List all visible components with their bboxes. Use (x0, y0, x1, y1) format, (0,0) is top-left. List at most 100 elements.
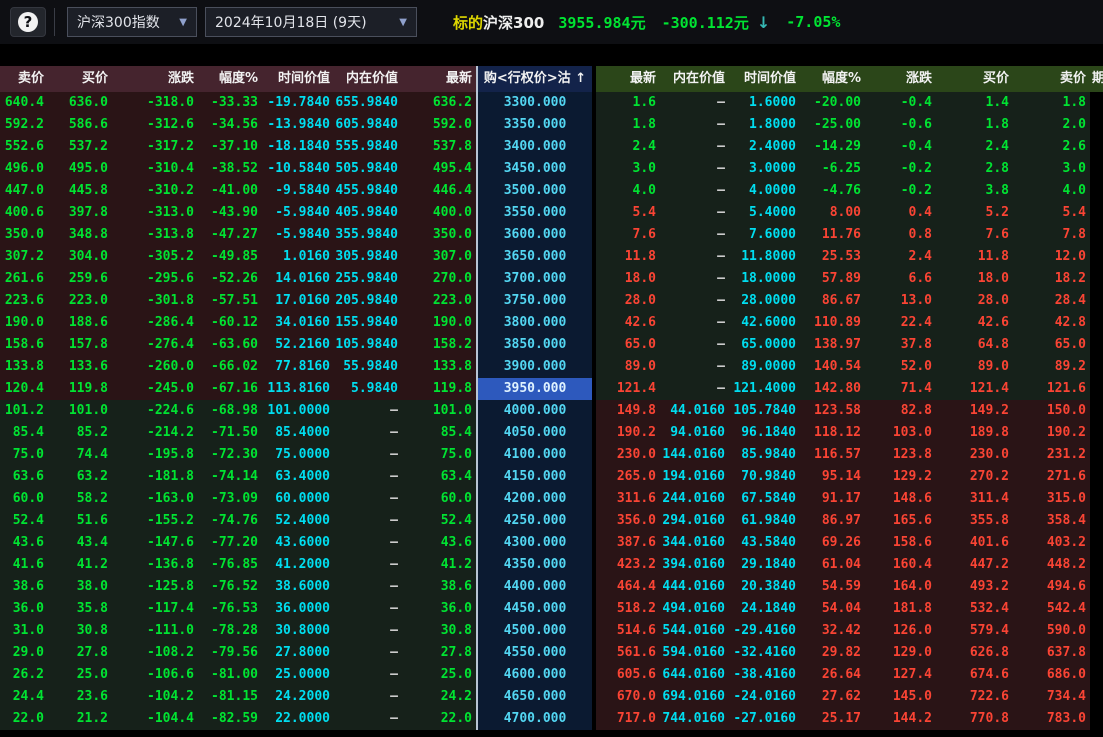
call-change-cell[interactable]: -155.2 (112, 510, 198, 532)
put-sell-cell[interactable]: 28.4 (1013, 290, 1090, 312)
put-buy-cell[interactable]: 355.8 (936, 510, 1013, 532)
header-put-change[interactable]: 涨跌 (865, 66, 936, 92)
put-intrinsic-value-cell[interactable]: 194.0160 (660, 466, 729, 488)
call-change-pct-cell[interactable]: -68.98 (198, 400, 262, 422)
put-last-cell[interactable]: 28.0 (596, 290, 660, 312)
call-change-pct-cell[interactable]: -63.60 (198, 334, 262, 356)
put-buy-cell[interactable]: 230.0 (936, 444, 1013, 466)
call-sell-cell[interactable]: 592.2 (0, 114, 48, 136)
call-last-cell[interactable]: 119.8 (402, 378, 476, 400)
call-change-pct-cell[interactable]: -34.56 (198, 114, 262, 136)
strike-cell[interactable]: 4550.000 (478, 642, 592, 664)
call-last-cell[interactable]: 52.4 (402, 510, 476, 532)
call-change-pct-cell[interactable]: -73.09 (198, 488, 262, 510)
call-time-value-cell[interactable]: 101.0000 (262, 400, 334, 422)
put-sell-cell[interactable]: 358.4 (1013, 510, 1090, 532)
call-buy-cell[interactable]: 223.0 (48, 290, 112, 312)
put-sell-cell[interactable]: 1.8 (1013, 92, 1090, 114)
put-time-value-cell[interactable]: 5.4000 (729, 202, 800, 224)
header-put-change-pct[interactable]: 幅度% (800, 66, 865, 92)
strike-cell[interactable]: 4400.000 (478, 576, 592, 598)
header-call-intrinsic-value[interactable]: 内在价值 (334, 66, 402, 92)
call-time-value-cell[interactable]: 22.0000 (262, 708, 334, 730)
call-change-pct-cell[interactable]: -33.33 (198, 92, 262, 114)
call-change-cell[interactable]: -310.2 (112, 180, 198, 202)
put-time-value-cell[interactable]: 70.9840 (729, 466, 800, 488)
call-buy-cell[interactable]: 38.0 (48, 576, 112, 598)
put-time-value-cell[interactable]: 85.9840 (729, 444, 800, 466)
call-sell-cell[interactable]: 22.0 (0, 708, 48, 730)
put-intrinsic-value-cell[interactable]: 44.0160 (660, 400, 729, 422)
call-time-value-cell[interactable]: -19.7840 (262, 92, 334, 114)
call-change-pct-cell[interactable]: -37.10 (198, 136, 262, 158)
call-last-cell[interactable]: 36.0 (402, 598, 476, 620)
put-sell-cell[interactable]: 686.0 (1013, 664, 1090, 686)
put-last-cell[interactable]: 423.2 (596, 554, 660, 576)
put-change-pct-cell[interactable]: 11.76 (800, 224, 865, 246)
call-sell-cell[interactable]: 223.6 (0, 290, 48, 312)
call-sell-cell[interactable]: 158.6 (0, 334, 48, 356)
call-sell-cell[interactable]: 552.6 (0, 136, 48, 158)
call-last-cell[interactable]: 495.4 (402, 158, 476, 180)
put-change-cell[interactable]: 158.6 (865, 532, 936, 554)
call-buy-cell[interactable]: 537.2 (48, 136, 112, 158)
put-buy-cell[interactable]: 121.4 (936, 378, 1013, 400)
call-time-value-cell[interactable]: 36.0000 (262, 598, 334, 620)
call-last-cell[interactable]: 350.0 (402, 224, 476, 246)
call-buy-cell[interactable]: 586.6 (48, 114, 112, 136)
call-time-value-cell[interactable]: -5.9840 (262, 224, 334, 246)
call-sell-cell[interactable]: 63.6 (0, 466, 48, 488)
strike-cell[interactable]: 3500.000 (478, 180, 592, 202)
call-buy-cell[interactable]: 636.0 (48, 92, 112, 114)
put-sell-cell[interactable]: 18.2 (1013, 268, 1090, 290)
call-change-pct-cell[interactable]: -74.76 (198, 510, 262, 532)
put-change-cell[interactable]: 165.6 (865, 510, 936, 532)
strike-cell[interactable]: 4100.000 (478, 444, 592, 466)
put-time-value-cell[interactable]: 105.7840 (729, 400, 800, 422)
put-buy-cell[interactable]: 11.8 (936, 246, 1013, 268)
strike-cell[interactable]: 3300.000 (478, 92, 592, 114)
header-put-intrinsic-value[interactable]: 内在价值 (660, 66, 729, 92)
put-last-cell[interactable]: 670.0 (596, 686, 660, 708)
put-intrinsic-value-cell[interactable]: 444.0160 (660, 576, 729, 598)
expiry-select[interactable]: 2024年10月18日 (9天) ▼ (205, 7, 417, 37)
call-change-pct-cell[interactable]: -57.51 (198, 290, 262, 312)
put-last-cell[interactable]: 42.6 (596, 312, 660, 334)
put-buy-cell[interactable]: 2.8 (936, 158, 1013, 180)
call-change-pct-cell[interactable]: -66.02 (198, 356, 262, 378)
call-intrinsic-value-cell[interactable]: 405.9840 (334, 202, 402, 224)
strike-cell[interactable]: 4650.000 (478, 686, 592, 708)
call-buy-cell[interactable]: 63.2 (48, 466, 112, 488)
put-sell-cell[interactable]: 4.0 (1013, 180, 1090, 202)
put-intrinsic-value-cell[interactable]: — (660, 136, 729, 158)
put-change-pct-cell[interactable]: 142.80 (800, 378, 865, 400)
call-change-cell[interactable]: -286.4 (112, 312, 198, 334)
call-change-cell[interactable]: -147.6 (112, 532, 198, 554)
put-buy-cell[interactable]: 2.4 (936, 136, 1013, 158)
put-sell-cell[interactable]: 783.0 (1013, 708, 1090, 730)
put-time-value-cell[interactable]: 7.6000 (729, 224, 800, 246)
strike-cell[interactable]: 4150.000 (478, 466, 592, 488)
call-change-pct-cell[interactable]: -79.56 (198, 642, 262, 664)
put-time-value-cell[interactable]: 67.5840 (729, 488, 800, 510)
put-buy-cell[interactable]: 626.8 (936, 642, 1013, 664)
call-last-cell[interactable]: 38.6 (402, 576, 476, 598)
call-change-cell[interactable]: -312.6 (112, 114, 198, 136)
put-change-pct-cell[interactable]: 26.64 (800, 664, 865, 686)
call-time-value-cell[interactable]: 43.6000 (262, 532, 334, 554)
call-buy-cell[interactable]: 157.8 (48, 334, 112, 356)
put-buy-cell[interactable]: 401.6 (936, 532, 1013, 554)
call-last-cell[interactable]: 60.0 (402, 488, 476, 510)
put-intrinsic-value-cell[interactable]: 294.0160 (660, 510, 729, 532)
call-change-pct-cell[interactable]: -82.59 (198, 708, 262, 730)
header-call-buy[interactable]: 买价 (48, 66, 112, 92)
put-intrinsic-value-cell[interactable]: — (660, 158, 729, 180)
put-change-pct-cell[interactable]: 57.89 (800, 268, 865, 290)
put-intrinsic-value-cell[interactable]: 644.0160 (660, 664, 729, 686)
call-change-pct-cell[interactable]: -72.30 (198, 444, 262, 466)
put-change-pct-cell[interactable]: -14.29 (800, 136, 865, 158)
put-change-pct-cell[interactable]: 25.53 (800, 246, 865, 268)
put-last-cell[interactable]: 89.0 (596, 356, 660, 378)
call-change-cell[interactable]: -163.0 (112, 488, 198, 510)
call-change-pct-cell[interactable]: -60.12 (198, 312, 262, 334)
